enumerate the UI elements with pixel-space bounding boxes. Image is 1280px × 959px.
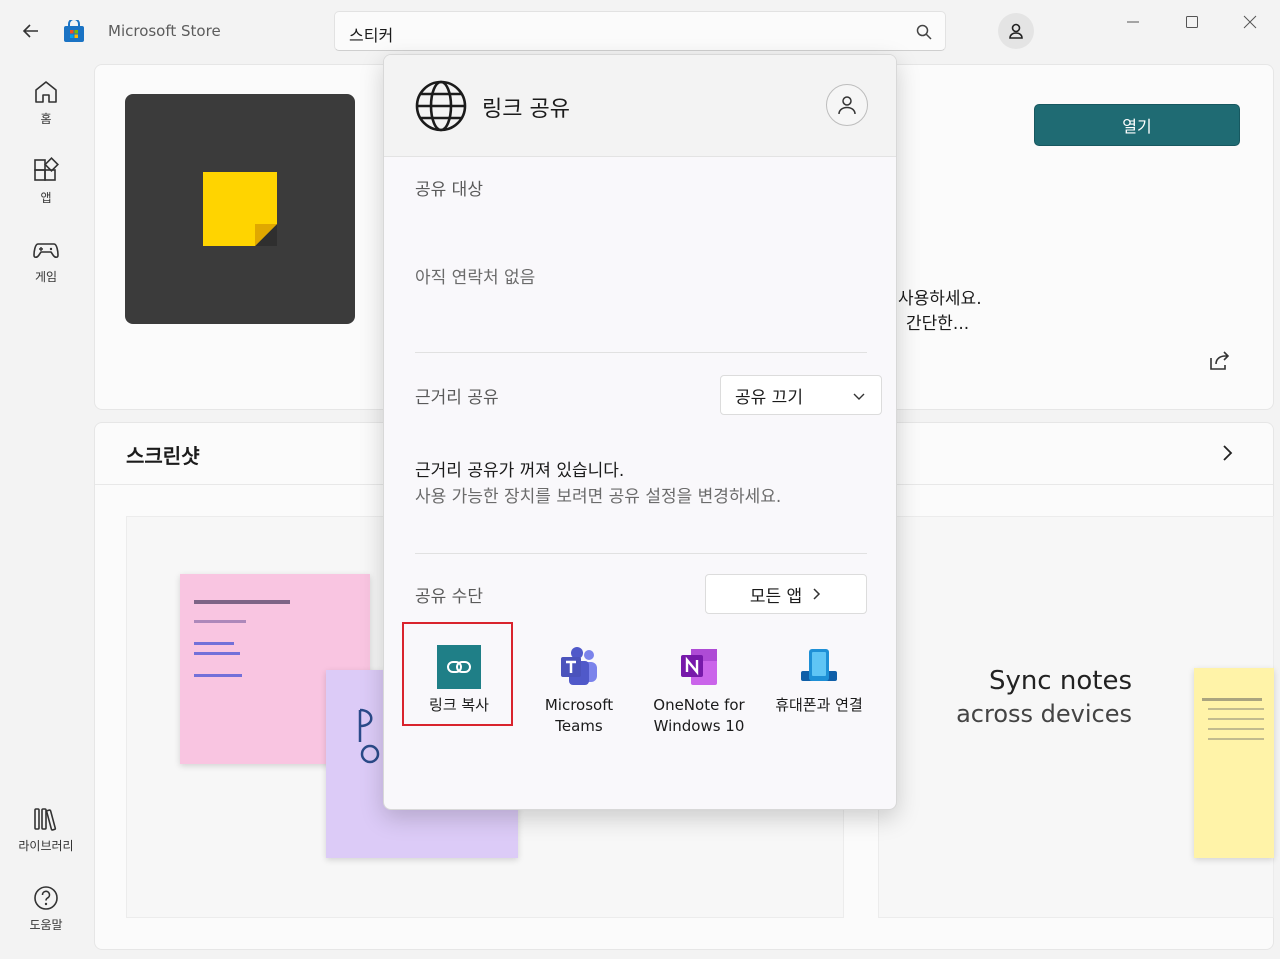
share-target-onenote[interactable]: OneNote for Windows 10 [644,621,754,735]
share-target-label: Microsoft Teams [544,696,614,735]
person-icon [838,96,856,115]
screenshot-caption-subtitle: across devices [956,700,1132,728]
chevron-right-icon[interactable] [1216,442,1238,464]
share-icon[interactable] [1206,348,1232,374]
sticky-notes-logo-icon [203,172,277,246]
globe-icon [415,80,467,132]
maximize-button[interactable] [1180,10,1204,34]
share-via-label: 공유 수단 [415,587,483,607]
sidebar-item-label: 도움말 [29,918,63,932]
all-apps-button[interactable]: 모든 앱 [705,574,867,614]
divider [415,352,867,353]
description-line-1: 사용하세요. [898,289,982,309]
gamepad-icon [33,243,59,259]
open-button[interactable]: 열기 [1034,104,1240,146]
share-target-label: OneNote for Windows 10 [653,696,745,735]
screenshot-caption-title: Sync notes [988,666,1132,696]
onenote-icon [681,649,717,685]
sidebar-item-label: 홈 [40,112,52,126]
sidebar-item-help[interactable]: 도움말 [8,884,84,933]
phone-link-icon [801,649,837,681]
sticky-note-image [1194,668,1274,858]
person-icon [1009,23,1023,39]
help-icon [34,886,58,910]
close-icon [1243,15,1257,29]
minimize-button[interactable] [1121,10,1145,34]
sidebar-item-label: 게임 [34,270,58,284]
share-account-button[interactable] [826,84,868,126]
chevron-right-icon [813,588,821,600]
library-icon [34,808,57,831]
sidebar-item-label: 앱 [40,191,52,205]
back-button[interactable] [16,16,46,46]
search-input[interactable]: 스티커 [334,11,946,51]
nearby-off-hint: 사용 가능한 장치를 보려면 공유 설정을 변경하세요. [415,487,782,507]
sidebar-item-apps[interactable]: 앱 [8,157,84,206]
apps-icon [34,157,59,181]
sidebar-item-label: 라이브러리 [18,839,74,853]
sidebar-item-home[interactable]: 홈 [8,78,84,127]
chevron-down-icon [853,393,865,400]
divider [415,553,867,554]
maximize-icon [1186,16,1198,28]
note-lines-icon [1202,698,1264,740]
app-title: Microsoft Store [108,22,221,40]
home-icon [35,81,57,103]
description-line-2: 간단한... [906,314,970,334]
minimize-icon [1127,21,1139,23]
no-contacts-text: 아직 연락처 없음 [415,268,536,288]
account-button[interactable] [998,13,1034,49]
search-icon[interactable] [915,23,933,41]
share-with-label: 공유 대상 [415,180,483,200]
app-tile [125,94,355,324]
sidebar-item-library[interactable]: 라이브러리 [8,805,84,854]
highlight-annotation [402,622,513,726]
teams-icon [561,647,597,685]
nearby-share-value: 공유 끄기 [735,387,803,408]
search-value: 스티커 [349,26,394,45]
screenshots-title: 스크린샷 [126,444,200,468]
share-target-phone-link[interactable]: 휴대폰과 연결 [764,621,874,727]
nearby-share-label: 근거리 공유 [415,388,499,408]
sidebar-item-gaming[interactable]: 게임 [8,236,84,285]
share-dialog-title: 링크 공유 [482,97,570,122]
title-bar: Microsoft Store 스티커 [0,0,1280,60]
store-logo-icon [64,20,84,42]
share-target-label: 휴대폰과 연결 [775,696,863,714]
back-arrow-icon [22,24,38,38]
nearby-off-message: 근거리 공유가 꺼져 있습니다. [415,461,625,481]
nearby-share-dropdown[interactable]: 공유 끄기 [720,375,882,415]
share-target-teams[interactable]: Microsoft Teams [524,621,634,735]
all-apps-label: 모든 앱 [749,586,803,607]
close-button[interactable] [1238,10,1262,34]
